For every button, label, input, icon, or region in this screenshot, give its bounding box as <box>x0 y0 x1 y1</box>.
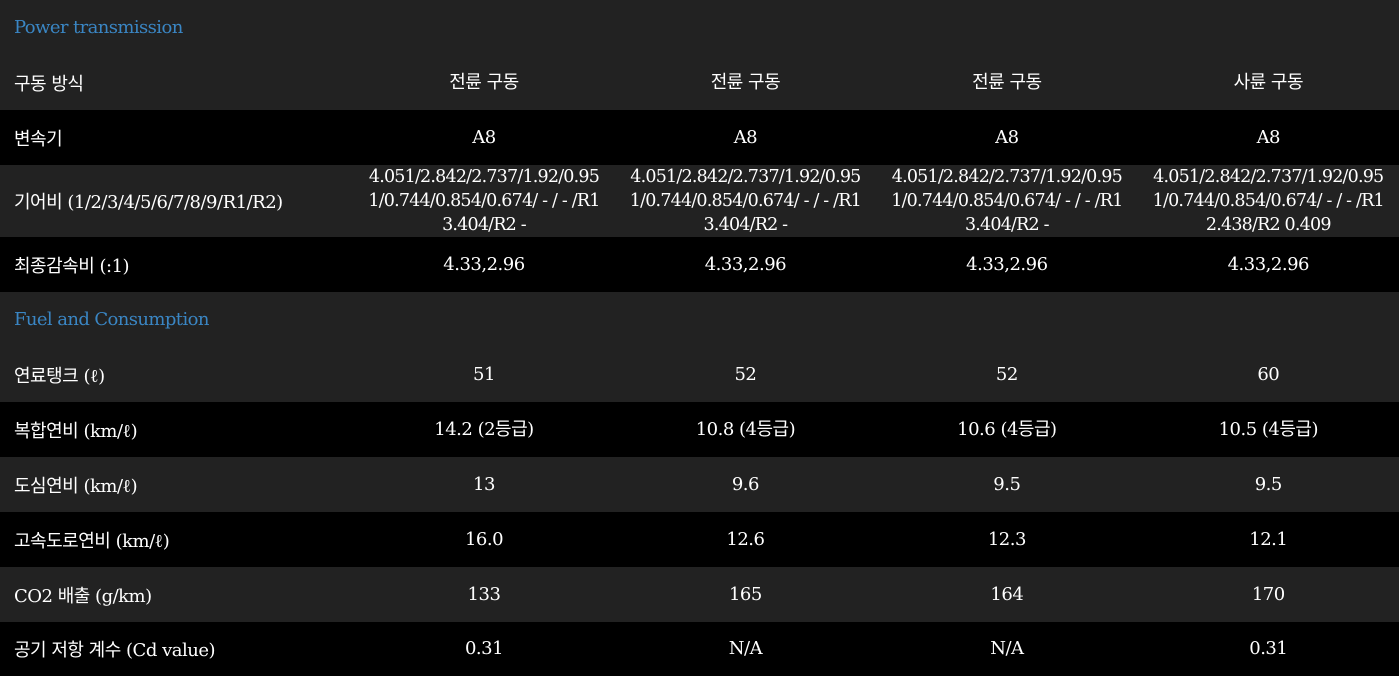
row-value: 4.051/2.842/2.737/1.92/0.95 1/0.744/0.85… <box>629 167 862 235</box>
row-value: A8 <box>1256 126 1281 148</box>
row-value: 4.33,2.96 <box>966 253 1048 275</box>
row-value: N/A <box>990 638 1024 659</box>
row-label: 변속기 <box>14 128 63 150</box>
row-value: 9.6 <box>731 473 760 495</box>
row-value: 전륜 구동 <box>449 71 519 93</box>
row-value: A8 <box>733 126 758 148</box>
row-value: 4.051/2.842/2.737/1.92/0.95 1/0.744/0.85… <box>891 167 1123 235</box>
row-value: 14.2 (2등급) <box>434 418 534 440</box>
row-value: N/A <box>728 638 763 659</box>
spec-row-co2-emission: CO2 배출 (g/km) 133 165 164 170 <box>0 567 1399 622</box>
row-value: 0.31 <box>1249 638 1288 659</box>
row-value: 4.33,2.96 <box>704 253 787 275</box>
row-value: 9.5 <box>1254 473 1283 495</box>
spec-row-drive-type: 구동 방식 전륜 구동 전륜 구동 전륜 구동 사륜 구동 <box>0 55 1399 110</box>
row-value: 사륜 구동 <box>1233 71 1304 93</box>
spec-row-fuel-tank: 연료탱크 (ℓ) 51 52 52 60 <box>0 347 1399 402</box>
row-label: 기어비 (1/2/3/4/5/6/7/8/9/R1/R2) <box>14 192 283 213</box>
row-value: 52 <box>734 363 757 385</box>
spec-row-transmission: 변속기 A8 A8 A8 A8 <box>0 110 1399 165</box>
row-value: 4.051/2.842/2.737/1.92/0.95 1/0.744/0.85… <box>368 167 600 235</box>
row-value: 9.5 <box>993 473 1021 495</box>
section-title: Power transmission <box>14 17 183 38</box>
row-label: 공기 저항 계수 (Cd value) <box>14 640 216 661</box>
row-value: 4.33,2.96 <box>1227 253 1310 275</box>
row-value: 4.33,2.96 <box>443 253 525 275</box>
spec-table: Power transmission 구동 방식 전륜 구동 전륜 구동 전륜 … <box>0 0 1399 676</box>
row-value: 164 <box>990 583 1024 605</box>
row-value: 0.31 <box>464 638 504 659</box>
spec-row-final-drive: 최종감속비 (:1) 4.33,2.96 4.33,2.96 4.33,2.96… <box>0 237 1399 292</box>
row-value: 전륜 구동 <box>710 71 781 93</box>
spec-row-highway-efficiency: 고속도로연비 (km/ℓ) 16.0 12.6 12.3 12.1 <box>0 512 1399 567</box>
row-value: 13 <box>473 473 495 495</box>
row-label: 복합연비 (km/ℓ) <box>14 420 138 442</box>
row-value: 165 <box>728 583 762 605</box>
row-value: 133 <box>467 583 501 605</box>
row-label: CO2 배출 (g/km) <box>14 585 152 607</box>
row-label: 구동 방식 <box>14 73 84 95</box>
row-value: 12.1 <box>1249 528 1288 550</box>
row-value: 16.0 <box>464 528 504 550</box>
row-value: A8 <box>995 126 1019 148</box>
row-value: 전륜 구동 <box>972 71 1042 93</box>
row-value: 52 <box>995 363 1018 385</box>
row-label: 연료탱크 (ℓ) <box>14 365 105 387</box>
row-value: 10.6 (4등급) <box>957 418 1057 440</box>
row-value: 12.6 <box>726 528 765 550</box>
row-value: 170 <box>1251 583 1285 605</box>
spec-row-city-efficiency: 도심연비 (km/ℓ) 13 9.6 9.5 9.5 <box>0 457 1399 512</box>
row-label: 고속도로연비 (km/ℓ) <box>14 530 170 552</box>
row-value: A8 <box>472 126 496 148</box>
row-label: 도심연비 (km/ℓ) <box>14 475 138 497</box>
row-value: 4.051/2.842/2.737/1.92/0.95 1/0.744/0.85… <box>1152 167 1385 235</box>
spec-row-gear-ratio: 기어비 (1/2/3/4/5/6/7/8/9/R1/R2) 4.051/2.84… <box>0 165 1399 237</box>
section-title: Fuel and Consumption <box>14 309 209 330</box>
row-value: 60 <box>1257 363 1280 385</box>
row-value: 12.3 <box>987 528 1027 550</box>
section-header-fuel-consumption: Fuel and Consumption <box>0 292 1399 347</box>
row-value: 51 <box>473 363 495 385</box>
row-label: 최종감속비 (:1) <box>14 255 130 277</box>
section-header-power-transmission: Power transmission <box>0 0 1399 55</box>
row-value: 10.8 (4등급) <box>695 418 796 440</box>
spec-row-drag-coefficient: 공기 저항 계수 (Cd value) 0.31 N/A N/A 0.31 <box>0 622 1399 676</box>
spec-row-combined-efficiency: 복합연비 (km/ℓ) 14.2 (2등급) 10.8 (4등급) 10.6 (… <box>0 402 1399 457</box>
row-value: 10.5 (4등급) <box>1218 418 1319 440</box>
